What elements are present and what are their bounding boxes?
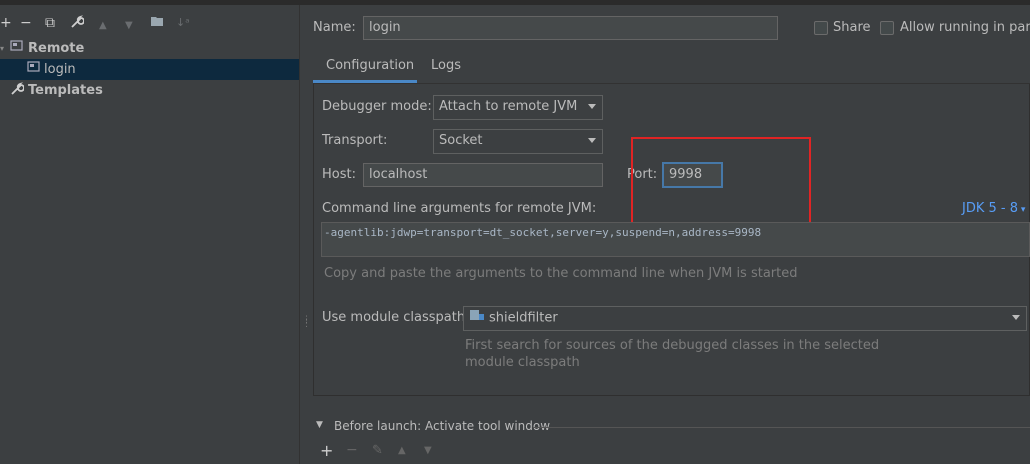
- tree-item-label: Templates: [28, 83, 103, 98]
- host-input[interactable]: localhost: [363, 163, 603, 187]
- tab-configuration[interactable]: Configuration: [326, 58, 414, 73]
- copy-icon[interactable]: ⧉: [45, 15, 55, 31]
- cmd-args-hint: Copy and paste the arguments to the comm…: [324, 266, 798, 281]
- run-config-tree-panel: + − ⧉ ▲ ▼ ↓ᵃ ▾ Remote login Templates: [0, 5, 299, 464]
- remove-task-icon[interactable]: −: [346, 442, 358, 458]
- expand-arrow-icon[interactable]: ▾: [0, 38, 4, 59]
- classpath-select[interactable]: shieldfilter: [463, 306, 1027, 331]
- add-icon[interactable]: +: [0, 15, 12, 31]
- before-launch-label: Before launch: Activate tool window: [334, 419, 551, 433]
- remove-icon[interactable]: −: [20, 15, 32, 31]
- name-label: Name:: [313, 20, 356, 35]
- splitter-grip-icon[interactable]: ⋮ ⋮: [302, 316, 311, 329]
- debugger-mode-select[interactable]: Attach to remote JVM: [433, 95, 603, 120]
- sort-icon[interactable]: ↓ᵃ: [176, 15, 190, 31]
- highlight-annotation-box: [631, 137, 811, 228]
- share-checkbox[interactable]: [814, 21, 828, 35]
- tree-item-remote[interactable]: ▾ Remote: [0, 38, 299, 59]
- transport-label: Transport:: [322, 133, 388, 148]
- tree-item-login[interactable]: login: [0, 59, 299, 80]
- wrench-icon: [10, 82, 25, 103]
- wrench-icon-shape: [71, 15, 85, 28]
- classpath-value: shieldfilter: [489, 310, 558, 326]
- expand-arrow-icon[interactable]: ▼: [316, 420, 323, 430]
- chevron-down-icon: [588, 104, 596, 109]
- tree-item-templates[interactable]: Templates: [0, 80, 299, 101]
- jdk-version-link[interactable]: JDK 5 - 8 ▾: [962, 201, 1025, 216]
- debugger-mode-label: Debugger mode:: [322, 99, 432, 114]
- classpath-hint-line2: module classpath: [465, 355, 580, 370]
- transport-value: Socket: [439, 133, 483, 148]
- transport-select[interactable]: Socket: [433, 129, 603, 154]
- cmd-args-label: Command line arguments for remote JVM:: [322, 201, 597, 216]
- edit-task-icon[interactable]: ✎: [372, 443, 383, 458]
- name-input[interactable]: login: [363, 16, 778, 40]
- classpath-hint-line1: First search for sources of the debugged…: [465, 338, 880, 353]
- chevron-down-icon: [1012, 315, 1020, 320]
- chevron-down-icon: [588, 138, 596, 143]
- module-icon: [470, 307, 484, 329]
- folder-icon[interactable]: [150, 15, 164, 31]
- splitter[interactable]: [299, 5, 300, 464]
- cmd-args-text[interactable]: -agentlib:jdwp=transport=dt_socket,serve…: [321, 222, 1030, 257]
- tree-item-label: login: [44, 62, 76, 77]
- debugger-mode-value: Attach to remote JVM: [439, 99, 578, 114]
- chevron-down-icon: ▾: [1018, 205, 1026, 215]
- allow-parallel-label: Allow running in parall: [900, 20, 1030, 35]
- before-launch-separator: [533, 427, 1030, 428]
- classpath-label: Use module classpath:: [322, 310, 470, 325]
- remote-config-icon: [10, 39, 24, 60]
- allow-parallel-checkbox[interactable]: [880, 21, 894, 35]
- add-task-icon[interactable]: +: [320, 441, 333, 460]
- move-task-up-icon[interactable]: ▲: [398, 445, 406, 456]
- share-label: Share: [833, 20, 871, 35]
- move-up-icon[interactable]: ▲: [99, 18, 107, 34]
- wrench-icon[interactable]: [70, 15, 85, 33]
- move-down-icon[interactable]: ▼: [125, 18, 133, 34]
- folder-icon-shape: [151, 17, 163, 26]
- jdk-version-text: JDK 5 - 8: [962, 201, 1018, 216]
- move-task-down-icon[interactable]: ▼: [424, 445, 432, 456]
- host-label: Host:: [322, 167, 356, 182]
- tree-item-label: Remote: [28, 41, 85, 56]
- remote-debug-icon: [27, 60, 41, 81]
- tab-logs[interactable]: Logs: [431, 58, 461, 73]
